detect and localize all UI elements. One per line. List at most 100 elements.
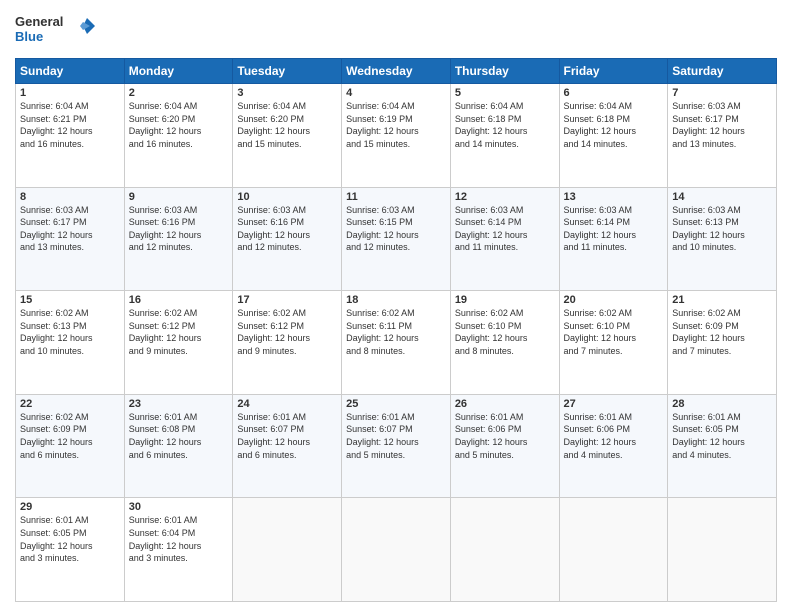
day-number: 6	[564, 87, 664, 99]
day-header-monday: Monday	[124, 59, 233, 84]
day-detail: Sunrise: 6:02 AMSunset: 6:13 PMDaylight:…	[20, 307, 120, 357]
calendar-cell: 19Sunrise: 6:02 AMSunset: 6:10 PMDayligh…	[450, 291, 559, 395]
day-number: 28	[672, 398, 772, 410]
day-number: 14	[672, 191, 772, 203]
calendar-body: 1Sunrise: 6:04 AMSunset: 6:21 PMDaylight…	[16, 84, 777, 602]
day-detail: Sunrise: 6:02 AMSunset: 6:12 PMDaylight:…	[129, 307, 229, 357]
svg-text:Blue: Blue	[15, 29, 43, 44]
calendar-cell: 22Sunrise: 6:02 AMSunset: 6:09 PMDayligh…	[16, 394, 125, 498]
day-detail: Sunrise: 6:03 AMSunset: 6:16 PMDaylight:…	[129, 204, 229, 254]
day-detail: Sunrise: 6:01 AMSunset: 6:06 PMDaylight:…	[455, 411, 555, 461]
day-detail: Sunrise: 6:03 AMSunset: 6:14 PMDaylight:…	[455, 204, 555, 254]
day-detail: Sunrise: 6:04 AMSunset: 6:18 PMDaylight:…	[564, 100, 664, 150]
day-detail: Sunrise: 6:01 AMSunset: 6:08 PMDaylight:…	[129, 411, 229, 461]
day-number: 16	[129, 294, 229, 306]
header: General Blue	[15, 10, 777, 50]
calendar-cell: 30Sunrise: 6:01 AMSunset: 6:04 PMDayligh…	[124, 498, 233, 602]
calendar-header-row: SundayMondayTuesdayWednesdayThursdayFrid…	[16, 59, 777, 84]
day-number: 20	[564, 294, 664, 306]
day-detail: Sunrise: 6:03 AMSunset: 6:15 PMDaylight:…	[346, 204, 446, 254]
week-row-1: 1Sunrise: 6:04 AMSunset: 6:21 PMDaylight…	[16, 84, 777, 188]
calendar-table: SundayMondayTuesdayWednesdayThursdayFrid…	[15, 58, 777, 602]
day-number: 3	[237, 87, 337, 99]
calendar-cell: 5Sunrise: 6:04 AMSunset: 6:18 PMDaylight…	[450, 84, 559, 188]
day-number: 29	[20, 501, 120, 513]
calendar-cell: 20Sunrise: 6:02 AMSunset: 6:10 PMDayligh…	[559, 291, 668, 395]
calendar-cell: 2Sunrise: 6:04 AMSunset: 6:20 PMDaylight…	[124, 84, 233, 188]
calendar-cell: 18Sunrise: 6:02 AMSunset: 6:11 PMDayligh…	[342, 291, 451, 395]
day-header-thursday: Thursday	[450, 59, 559, 84]
day-number: 10	[237, 191, 337, 203]
day-number: 4	[346, 87, 446, 99]
day-number: 25	[346, 398, 446, 410]
day-number: 15	[20, 294, 120, 306]
day-detail: Sunrise: 6:03 AMSunset: 6:13 PMDaylight:…	[672, 204, 772, 254]
page: General Blue SundayMondayTuesdayWednesda…	[0, 0, 792, 612]
calendar-cell: 29Sunrise: 6:01 AMSunset: 6:05 PMDayligh…	[16, 498, 125, 602]
calendar-cell: 4Sunrise: 6:04 AMSunset: 6:19 PMDaylight…	[342, 84, 451, 188]
day-header-saturday: Saturday	[668, 59, 777, 84]
day-detail: Sunrise: 6:02 AMSunset: 6:09 PMDaylight:…	[672, 307, 772, 357]
logo-bird-icon: General Blue	[15, 10, 95, 50]
calendar-cell: 1Sunrise: 6:04 AMSunset: 6:21 PMDaylight…	[16, 84, 125, 188]
day-detail: Sunrise: 6:01 AMSunset: 6:05 PMDaylight:…	[672, 411, 772, 461]
day-detail: Sunrise: 6:04 AMSunset: 6:19 PMDaylight:…	[346, 100, 446, 150]
calendar-cell: 10Sunrise: 6:03 AMSunset: 6:16 PMDayligh…	[233, 187, 342, 291]
logo: General Blue	[15, 10, 95, 50]
calendar-cell: 24Sunrise: 6:01 AMSunset: 6:07 PMDayligh…	[233, 394, 342, 498]
day-number: 24	[237, 398, 337, 410]
day-detail: Sunrise: 6:01 AMSunset: 6:07 PMDaylight:…	[237, 411, 337, 461]
calendar-cell	[233, 498, 342, 602]
day-number: 9	[129, 191, 229, 203]
week-row-3: 15Sunrise: 6:02 AMSunset: 6:13 PMDayligh…	[16, 291, 777, 395]
day-number: 1	[20, 87, 120, 99]
week-row-2: 8Sunrise: 6:03 AMSunset: 6:17 PMDaylight…	[16, 187, 777, 291]
day-detail: Sunrise: 6:02 AMSunset: 6:10 PMDaylight:…	[455, 307, 555, 357]
day-header-wednesday: Wednesday	[342, 59, 451, 84]
day-detail: Sunrise: 6:03 AMSunset: 6:16 PMDaylight:…	[237, 204, 337, 254]
day-header-sunday: Sunday	[16, 59, 125, 84]
day-number: 17	[237, 294, 337, 306]
calendar-cell: 8Sunrise: 6:03 AMSunset: 6:17 PMDaylight…	[16, 187, 125, 291]
calendar-cell	[342, 498, 451, 602]
day-number: 30	[129, 501, 229, 513]
day-number: 2	[129, 87, 229, 99]
day-detail: Sunrise: 6:04 AMSunset: 6:20 PMDaylight:…	[237, 100, 337, 150]
calendar-cell: 16Sunrise: 6:02 AMSunset: 6:12 PMDayligh…	[124, 291, 233, 395]
calendar-cell: 7Sunrise: 6:03 AMSunset: 6:17 PMDaylight…	[668, 84, 777, 188]
calendar-cell: 17Sunrise: 6:02 AMSunset: 6:12 PMDayligh…	[233, 291, 342, 395]
day-detail: Sunrise: 6:04 AMSunset: 6:20 PMDaylight:…	[129, 100, 229, 150]
day-detail: Sunrise: 6:04 AMSunset: 6:21 PMDaylight:…	[20, 100, 120, 150]
day-number: 18	[346, 294, 446, 306]
day-detail: Sunrise: 6:02 AMSunset: 6:10 PMDaylight:…	[564, 307, 664, 357]
day-detail: Sunrise: 6:03 AMSunset: 6:14 PMDaylight:…	[564, 204, 664, 254]
calendar-cell: 3Sunrise: 6:04 AMSunset: 6:20 PMDaylight…	[233, 84, 342, 188]
day-number: 7	[672, 87, 772, 99]
day-number: 5	[455, 87, 555, 99]
calendar-cell: 9Sunrise: 6:03 AMSunset: 6:16 PMDaylight…	[124, 187, 233, 291]
day-detail: Sunrise: 6:02 AMSunset: 6:12 PMDaylight:…	[237, 307, 337, 357]
day-detail: Sunrise: 6:04 AMSunset: 6:18 PMDaylight:…	[455, 100, 555, 150]
calendar-cell: 15Sunrise: 6:02 AMSunset: 6:13 PMDayligh…	[16, 291, 125, 395]
calendar-cell: 25Sunrise: 6:01 AMSunset: 6:07 PMDayligh…	[342, 394, 451, 498]
calendar-cell: 11Sunrise: 6:03 AMSunset: 6:15 PMDayligh…	[342, 187, 451, 291]
day-number: 21	[672, 294, 772, 306]
calendar-cell: 13Sunrise: 6:03 AMSunset: 6:14 PMDayligh…	[559, 187, 668, 291]
day-number: 22	[20, 398, 120, 410]
calendar-cell: 23Sunrise: 6:01 AMSunset: 6:08 PMDayligh…	[124, 394, 233, 498]
calendar-cell	[668, 498, 777, 602]
day-number: 19	[455, 294, 555, 306]
day-detail: Sunrise: 6:01 AMSunset: 6:06 PMDaylight:…	[564, 411, 664, 461]
calendar-cell	[450, 498, 559, 602]
day-number: 13	[564, 191, 664, 203]
day-detail: Sunrise: 6:02 AMSunset: 6:11 PMDaylight:…	[346, 307, 446, 357]
day-number: 12	[455, 191, 555, 203]
calendar-cell: 27Sunrise: 6:01 AMSunset: 6:06 PMDayligh…	[559, 394, 668, 498]
calendar-cell: 14Sunrise: 6:03 AMSunset: 6:13 PMDayligh…	[668, 187, 777, 291]
calendar-cell: 12Sunrise: 6:03 AMSunset: 6:14 PMDayligh…	[450, 187, 559, 291]
calendar-cell: 28Sunrise: 6:01 AMSunset: 6:05 PMDayligh…	[668, 394, 777, 498]
day-detail: Sunrise: 6:01 AMSunset: 6:04 PMDaylight:…	[129, 514, 229, 564]
day-number: 26	[455, 398, 555, 410]
day-number: 11	[346, 191, 446, 203]
day-header-tuesday: Tuesday	[233, 59, 342, 84]
